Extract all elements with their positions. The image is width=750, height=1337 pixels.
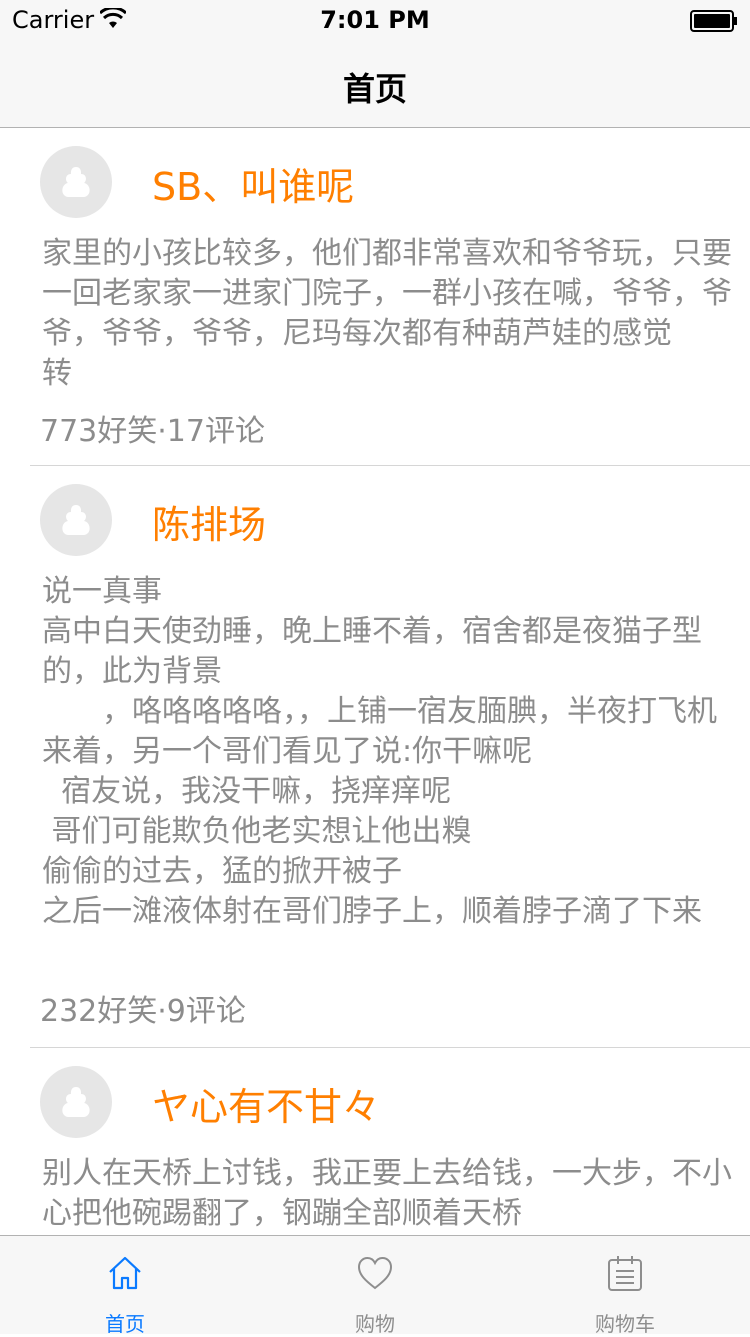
page-title: 首页 xyxy=(342,70,407,108)
post-item[interactable]: SB、叫谁呢 家里的小孩比较多，他们都非常喜欢和爷爷玩，只要一回老家家一进家门院… xyxy=(30,128,750,466)
post-item[interactable]: 陈排场 说一真事 高中白天使劲睡，晚上睡不着，宿舍都是夜猫子型的，此为背景 ，咯… xyxy=(30,466,750,1048)
post-stats: 773好笑·17评论 xyxy=(40,414,265,449)
tab-bar: 首页 购物 购物车 xyxy=(0,1235,750,1336)
status-time: 7:01 PM xyxy=(320,6,430,34)
tab-cart[interactable]: 购物车 xyxy=(500,1236,750,1336)
avatar xyxy=(40,146,112,218)
home-icon xyxy=(109,1256,141,1290)
default-avatar-icon xyxy=(62,1087,90,1117)
avatar xyxy=(40,484,112,556)
tab-label: 购物 xyxy=(355,1312,395,1336)
list-icon xyxy=(608,1256,642,1291)
navigation-bar: 首页 xyxy=(0,40,750,128)
post-item[interactable]: ヤ心有不甘々 别人在天桥上讨钱，我正要上去给钱，一大步，不小心把他碗踢翻了，钢蹦… xyxy=(30,1048,750,1235)
post-content: 别人在天桥上讨钱，我正要上去给钱，一大步，不小心把他碗踢翻了，钢蹦全部顺着天桥 xyxy=(42,1156,732,1231)
tab-home[interactable]: 首页 xyxy=(0,1236,250,1336)
post-author[interactable]: SB、叫谁呢 xyxy=(152,156,354,211)
post-author[interactable]: ヤ心有不甘々 xyxy=(152,1076,380,1131)
post-content: 说一真事 高中白天使劲睡，晚上睡不着，宿舍都是夜猫子型的，此为背景 ，咯咯咯咯咯… xyxy=(42,574,717,929)
tab-label: 购物车 xyxy=(595,1312,655,1336)
post-feed[interactable]: SB、叫谁呢 家里的小孩比较多，他们都非常喜欢和爷爷玩，只要一回老家家一进家门院… xyxy=(0,128,750,1235)
post-content: 家里的小孩比较多，他们都非常喜欢和爷爷玩，只要一回老家家一进家门院子，一群小孩在… xyxy=(42,236,732,391)
tab-shopping[interactable]: 购物 xyxy=(250,1236,500,1336)
tab-label: 首页 xyxy=(105,1312,145,1336)
status-bar: Carrier 7:01 PM xyxy=(0,0,750,40)
post-author[interactable]: 陈排场 xyxy=(152,494,266,549)
default-avatar-icon xyxy=(62,505,90,535)
post-stats: 232好笑·9评论 xyxy=(40,994,246,1029)
battery-icon xyxy=(690,10,737,32)
default-avatar-icon xyxy=(62,167,90,197)
avatar xyxy=(40,1066,112,1138)
heart-icon xyxy=(357,1256,393,1290)
